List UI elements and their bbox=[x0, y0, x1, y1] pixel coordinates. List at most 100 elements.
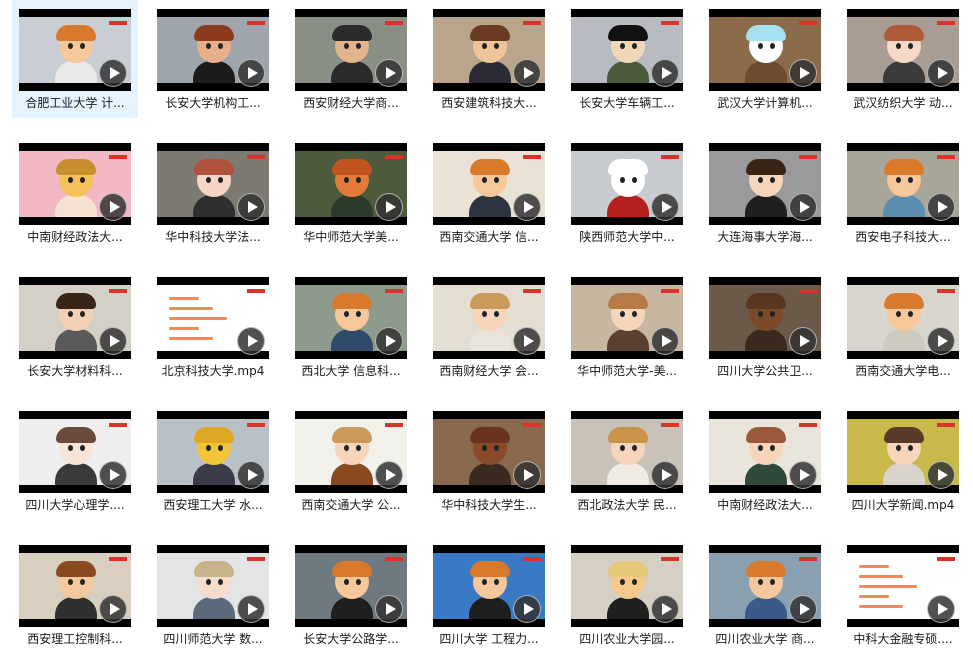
video-file-item[interactable]: 华中科技大学法... bbox=[150, 134, 276, 252]
video-file-item[interactable]: 四川大学公共卫... bbox=[702, 268, 828, 386]
video-file-item[interactable]: 西北政法大学 民... bbox=[564, 402, 690, 520]
play-icon[interactable] bbox=[513, 327, 541, 355]
video-file-item[interactable]: 西南交通大学 公... bbox=[288, 402, 414, 520]
play-icon[interactable] bbox=[237, 193, 265, 221]
play-icon[interactable] bbox=[789, 461, 817, 489]
play-icon[interactable] bbox=[99, 595, 127, 623]
play-icon[interactable] bbox=[513, 595, 541, 623]
file-name-label: 四川农业大学园... bbox=[579, 632, 675, 646]
play-icon[interactable] bbox=[789, 595, 817, 623]
video-file-item[interactable]: 西南交通大学 信... bbox=[426, 134, 552, 252]
file-name-label: 华中科技大学生... bbox=[441, 498, 537, 512]
play-icon[interactable] bbox=[237, 59, 265, 87]
video-file-item[interactable]: 长安大学材料科... bbox=[12, 268, 138, 386]
play-icon[interactable] bbox=[375, 193, 403, 221]
play-icon[interactable] bbox=[375, 595, 403, 623]
video-file-item[interactable]: 西安理工控制科... bbox=[12, 536, 138, 654]
play-icon[interactable] bbox=[237, 461, 265, 489]
video-file-item[interactable]: 西安理工大学 水... bbox=[150, 402, 276, 520]
video-file-item[interactable]: 四川农业大学园... bbox=[564, 536, 690, 654]
video-file-item[interactable]: 西北大学 信息科... bbox=[288, 268, 414, 386]
play-icon[interactable] bbox=[927, 461, 955, 489]
video-file-item[interactable]: 北京科技大学.mp4 bbox=[150, 268, 276, 386]
video-thumbnail bbox=[709, 143, 821, 225]
file-name-label: 华中科技大学法... bbox=[165, 230, 261, 244]
play-icon[interactable] bbox=[99, 461, 127, 489]
video-file-item[interactable]: 四川农业大学 商... bbox=[702, 536, 828, 654]
video-thumbnail bbox=[709, 545, 821, 627]
file-name-label: 四川农业大学 商... bbox=[715, 632, 815, 646]
play-icon[interactable] bbox=[927, 327, 955, 355]
video-file-item[interactable]: 陕西师范大学中... bbox=[564, 134, 690, 252]
video-file-item[interactable]: 长安大学车辆工... bbox=[564, 0, 690, 118]
file-name-label: 华中师范大学美... bbox=[303, 230, 399, 244]
video-file-item[interactable]: 西南交通大学电... bbox=[840, 268, 966, 386]
video-thumbnail bbox=[847, 143, 959, 225]
video-file-item[interactable]: 中南财经政法大... bbox=[12, 134, 138, 252]
play-icon[interactable] bbox=[513, 59, 541, 87]
video-thumbnail bbox=[433, 9, 545, 91]
play-icon[interactable] bbox=[927, 59, 955, 87]
video-file-item[interactable]: 中南财经政法大... bbox=[702, 402, 828, 520]
play-icon[interactable] bbox=[375, 327, 403, 355]
play-icon[interactable] bbox=[237, 327, 265, 355]
play-icon[interactable] bbox=[375, 59, 403, 87]
file-name-label: 中南财经政法大... bbox=[717, 498, 813, 512]
play-icon[interactable] bbox=[651, 461, 679, 489]
video-thumbnail bbox=[847, 9, 959, 91]
video-file-item[interactable]: 大连海事大学海... bbox=[702, 134, 828, 252]
play-icon[interactable] bbox=[99, 59, 127, 87]
video-file-item[interactable]: 中科大金融专硕.... bbox=[840, 536, 966, 654]
play-icon[interactable] bbox=[651, 59, 679, 87]
file-name-label: 中科大金融专硕.... bbox=[853, 632, 953, 646]
play-icon[interactable] bbox=[513, 461, 541, 489]
play-icon[interactable] bbox=[99, 193, 127, 221]
video-file-item[interactable]: 四川师范大学 数... bbox=[150, 536, 276, 654]
video-thumbnail bbox=[295, 143, 407, 225]
play-icon[interactable] bbox=[375, 461, 403, 489]
video-thumbnail bbox=[709, 9, 821, 91]
play-icon[interactable] bbox=[651, 193, 679, 221]
video-thumbnail bbox=[571, 411, 683, 493]
video-file-item[interactable]: 华中科技大学生... bbox=[426, 402, 552, 520]
video-file-item[interactable]: 武汉纺织大学 动... bbox=[840, 0, 966, 118]
video-file-item[interactable]: 长安大学机构工... bbox=[150, 0, 276, 118]
play-icon[interactable] bbox=[651, 327, 679, 355]
file-name-label: 西安理工控制科... bbox=[27, 632, 123, 646]
play-icon[interactable] bbox=[99, 327, 127, 355]
play-icon[interactable] bbox=[789, 327, 817, 355]
file-name-label: 长安大学车辆工... bbox=[579, 96, 675, 110]
file-name-label: 四川大学公共卫... bbox=[717, 364, 813, 378]
file-name-label: 西安理工大学 水... bbox=[163, 498, 263, 512]
video-thumbnail bbox=[571, 277, 683, 359]
file-name-label: 四川大学新闻.mp4 bbox=[851, 498, 955, 512]
play-icon[interactable] bbox=[651, 595, 679, 623]
play-icon[interactable] bbox=[927, 595, 955, 623]
video-file-item[interactable]: 华中师范大学美... bbox=[288, 134, 414, 252]
video-file-item[interactable]: 西安电子科技大... bbox=[840, 134, 966, 252]
file-name-label: 四川师范大学 数... bbox=[163, 632, 263, 646]
play-icon[interactable] bbox=[237, 595, 265, 623]
video-thumbnail bbox=[19, 277, 131, 359]
video-thumbnail bbox=[433, 143, 545, 225]
file-name-label: 四川大学心理学.... bbox=[25, 498, 125, 512]
video-file-item[interactable]: 合肥工业大学 计... bbox=[12, 0, 138, 118]
file-name-label: 北京科技大学.mp4 bbox=[161, 364, 265, 378]
file-name-label: 西南交通大学 公... bbox=[301, 498, 401, 512]
play-icon[interactable] bbox=[789, 193, 817, 221]
video-file-item[interactable]: 四川大学 工程力... bbox=[426, 536, 552, 654]
video-file-item[interactable]: 西南财经大学 会... bbox=[426, 268, 552, 386]
video-file-item[interactable]: 武汉大学计算机... bbox=[702, 0, 828, 118]
video-file-item[interactable]: 华中师范大学-美... bbox=[564, 268, 690, 386]
play-icon[interactable] bbox=[927, 193, 955, 221]
video-file-item[interactable]: 西安建筑科技大... bbox=[426, 0, 552, 118]
video-file-item[interactable]: 四川大学新闻.mp4 bbox=[840, 402, 966, 520]
video-file-item[interactable]: 长安大学公路学... bbox=[288, 536, 414, 654]
video-file-item[interactable]: 西安财经大学商... bbox=[288, 0, 414, 118]
file-name-label: 武汉大学计算机... bbox=[717, 96, 813, 110]
video-file-item[interactable]: 四川大学心理学.... bbox=[12, 402, 138, 520]
play-icon[interactable] bbox=[789, 59, 817, 87]
play-icon[interactable] bbox=[513, 193, 541, 221]
video-thumbnail bbox=[19, 545, 131, 627]
video-thumbnail bbox=[295, 545, 407, 627]
